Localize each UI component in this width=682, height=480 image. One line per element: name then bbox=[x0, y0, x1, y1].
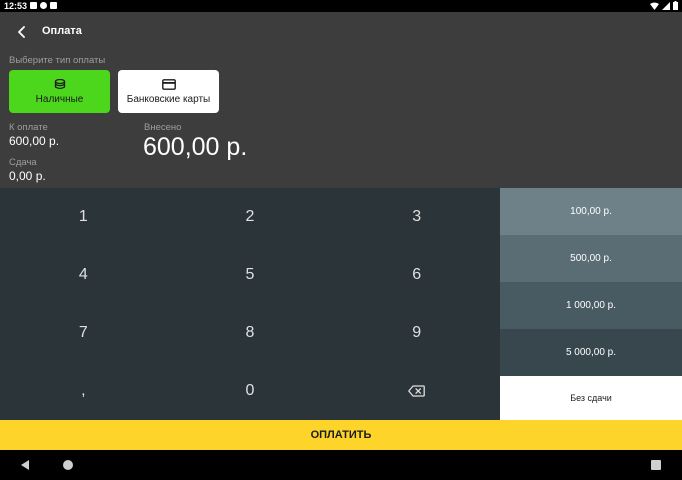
battery-icon bbox=[673, 1, 678, 10]
key-1[interactable]: 1 bbox=[0, 188, 167, 246]
due-label: К оплате bbox=[9, 122, 48, 133]
key-6[interactable]: 6 bbox=[333, 246, 500, 304]
nav-home-icon[interactable] bbox=[63, 460, 73, 470]
paid-amount: 600,00 р. bbox=[143, 133, 248, 161]
signal-icon bbox=[662, 1, 670, 10]
quick-amount-100[interactable]: 100,00 р. bbox=[500, 188, 682, 235]
notification-c-icon bbox=[50, 2, 57, 9]
key-5[interactable]: 5 bbox=[167, 246, 334, 304]
cash-payment-button[interactable]: Наличные bbox=[9, 70, 110, 113]
due-amount: 600,00 р. bbox=[9, 134, 60, 148]
wifi-icon bbox=[650, 2, 659, 10]
paid-label: Внесено bbox=[144, 122, 182, 133]
cash-payment-label: Наличные bbox=[35, 93, 84, 105]
notification-b-icon bbox=[40, 2, 47, 9]
key-2[interactable]: 2 bbox=[167, 188, 334, 246]
credit-card-icon bbox=[161, 78, 176, 90]
payment-panel: Выберите тип оплаты Наличные Банковские … bbox=[0, 52, 682, 188]
coins-icon bbox=[54, 78, 65, 89]
key-8[interactable]: 8 bbox=[167, 304, 334, 362]
backspace-key[interactable] bbox=[333, 362, 500, 420]
back-button[interactable] bbox=[12, 22, 32, 42]
key-4[interactable]: 4 bbox=[0, 246, 167, 304]
status-time: 12:53 bbox=[4, 1, 28, 11]
key-9[interactable]: 9 bbox=[333, 304, 500, 362]
notification-a-icon bbox=[30, 2, 37, 9]
card-payment-button[interactable]: Банковские карты bbox=[118, 70, 219, 113]
numeric-keypad: 1 2 3 4 5 6 7 8 9 , 0 bbox=[0, 188, 500, 420]
quick-amount-5000[interactable]: 5 000,00 р. bbox=[500, 329, 682, 376]
nav-recents-icon[interactable] bbox=[651, 460, 661, 470]
notification-icons bbox=[30, 2, 57, 9]
quick-amounts: 100,00 р. 500,00 р. 1 000,00 р. 5 000,00… bbox=[500, 188, 682, 420]
key-7[interactable]: 7 bbox=[0, 304, 167, 362]
key-3[interactable]: 3 bbox=[333, 188, 500, 246]
quick-amount-500[interactable]: 500,00 р. bbox=[500, 235, 682, 282]
system-icons bbox=[650, 1, 678, 10]
no-change-button[interactable]: Без сдачи bbox=[500, 376, 682, 420]
chevron-left-icon bbox=[18, 26, 25, 38]
change-label: Сдача bbox=[9, 157, 37, 168]
card-payment-label: Банковские карты bbox=[126, 93, 211, 105]
quick-amount-1000[interactable]: 1 000,00 р. bbox=[500, 282, 682, 329]
change-amount: 0,00 р. bbox=[9, 169, 46, 183]
key-0[interactable]: 0 bbox=[167, 362, 334, 420]
page-title: Оплата bbox=[42, 25, 82, 37]
backspace-icon bbox=[408, 385, 426, 397]
system-nav-bar bbox=[0, 450, 682, 480]
nav-back-icon[interactable] bbox=[19, 459, 31, 471]
status-bar: 12:53 bbox=[0, 0, 682, 12]
app-bar: Оплата bbox=[0, 12, 682, 52]
key-comma[interactable]: , bbox=[0, 362, 167, 420]
payment-type-prompt: Выберите тип оплаты bbox=[9, 55, 106, 66]
pay-button[interactable]: ОПЛАТИТЬ bbox=[0, 420, 682, 450]
